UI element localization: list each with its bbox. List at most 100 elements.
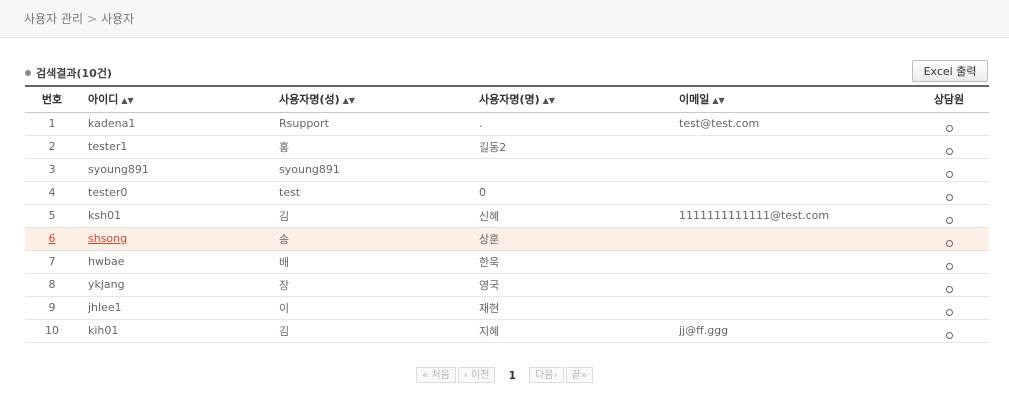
column-header-email[interactable]: 이메일 ▲▼ (679, 85, 899, 113)
cell-lastname: 홍 (279, 135, 479, 159)
cell-firstname: . (479, 112, 679, 136)
sort-icon[interactable]: ▲▼ (343, 96, 355, 105)
excel-export-button[interactable]: Excel 출력 (912, 60, 988, 82)
cell-email (679, 273, 899, 297)
cell-email (679, 158, 899, 182)
breadcrumb-parent[interactable]: 사용자 관리 (24, 12, 83, 26)
column-header-firstname[interactable]: 사용자명(명) ▲▼ (479, 85, 679, 113)
cell-no: 7 (25, 250, 79, 274)
sort-icon[interactable]: ▲▼ (712, 96, 724, 105)
counselor-circle-icon: O (945, 308, 953, 316)
cell-firstname: 길동2 (479, 135, 679, 159)
cell-firstname: 신혜 (479, 204, 679, 228)
cell-counselor: O (899, 319, 989, 343)
cell-email (679, 135, 899, 159)
cell-lastname: 배 (279, 250, 479, 274)
counselor-circle-icon: O (945, 170, 953, 178)
table-row[interactable]: 6shsong송상훈 O (25, 227, 989, 251)
counselor-circle-icon: O (945, 124, 953, 132)
cell-lastname: 이 (279, 296, 479, 320)
cell-counselor: O (899, 112, 989, 136)
cell-counselor: O (899, 135, 989, 159)
table-row[interactable]: 4tester0test0 O (25, 181, 989, 205)
cell-lastname: syoung891 (279, 158, 479, 182)
breadcrumb-separator: > (87, 12, 98, 26)
table-body: 1kadena1Rsupport.test@test.comO2tester1홍… (25, 112, 989, 343)
table-row[interactable]: 9jhlee1이재현 O (25, 296, 989, 320)
counselor-circle-icon: O (945, 193, 953, 201)
counselor-circle-icon: O (945, 216, 953, 224)
table-row[interactable]: 8ykjang장영국 O (25, 273, 989, 297)
column-header-lastname[interactable]: 사용자명(성) ▲▼ (279, 85, 479, 113)
cell-id[interactable]: syoung891 (79, 158, 279, 182)
counselor-circle-icon: O (945, 285, 953, 293)
cell-firstname: 영국 (479, 273, 679, 297)
cell-firstname: 지혜 (479, 319, 679, 343)
cell-no: 5 (25, 204, 79, 228)
counselor-circle-icon: O (945, 331, 953, 339)
counselor-circle-icon: O (945, 239, 953, 247)
cell-id[interactable]: shsong (79, 227, 279, 251)
cell-email (679, 181, 899, 205)
cell-lastname: 김 (279, 204, 479, 228)
cell-no: 9 (25, 296, 79, 320)
cell-id[interactable]: jhlee1 (79, 296, 279, 320)
cell-lastname: Rsupport (279, 112, 479, 136)
cell-counselor: O (899, 181, 989, 205)
cell-counselor: O (899, 158, 989, 182)
cell-id[interactable]: ksh01 (79, 204, 279, 228)
table-row[interactable]: 1kadena1Rsupport.test@test.com O (25, 112, 989, 136)
cell-lastname: 송 (279, 227, 479, 251)
cell-counselor: O (899, 204, 989, 228)
last-page-button[interactable]: 끝» (565, 367, 593, 383)
table-row[interactable]: 5ksh01김신혜1111111111111@test.com O (25, 204, 989, 228)
cell-no: 4 (25, 181, 79, 205)
cell-firstname: 재현 (479, 296, 679, 320)
cell-counselor: O (899, 250, 989, 274)
cell-firstname (479, 158, 679, 182)
first-page-button[interactable]: « 처음 (416, 367, 456, 383)
cell-firstname: 0 (479, 181, 679, 205)
cell-email: jj@ff.ggg (679, 319, 899, 343)
table-row[interactable]: 7hwbae배한욱 O (25, 250, 989, 274)
cell-email (679, 296, 899, 320)
cell-id[interactable]: hwbae (79, 250, 279, 274)
table-row[interactable]: 10kih01김지혜jj@ff.ggg O (25, 319, 989, 343)
cell-id[interactable]: tester1 (79, 135, 279, 159)
table-header-row: 번호 아이디 ▲▼ 사용자명(성) ▲▼ 사용자명(명) ▲▼ 이메일 ▲▼ 상담원 (25, 85, 989, 113)
sort-icon[interactable]: ▲▼ (543, 96, 555, 105)
cell-lastname: test (279, 181, 479, 205)
cell-no: 8 (25, 273, 79, 297)
user-table: 번호 아이디 ▲▼ 사용자명(성) ▲▼ 사용자명(명) ▲▼ 이메일 ▲▼ 상담원 1… (25, 85, 989, 343)
current-page[interactable]: 1 (508, 369, 516, 382)
cell-firstname: 상훈 (479, 227, 679, 251)
cell-id[interactable]: kih01 (79, 319, 279, 343)
cell-email (679, 227, 899, 251)
cell-no: 6 (25, 227, 79, 251)
cell-no: 3 (25, 158, 79, 182)
cell-email: test@test.com (679, 112, 899, 136)
cell-lastname: 장 (279, 273, 479, 297)
cell-lastname: 김 (279, 319, 479, 343)
result-title: 검색결과(10건) (25, 65, 112, 81)
sort-icon[interactable]: ▲▼ (121, 96, 133, 105)
cell-counselor: O (899, 227, 989, 251)
cell-firstname: 한욱 (479, 250, 679, 274)
next-page-button[interactable]: 다음› (529, 367, 564, 383)
prev-page-button[interactable]: ‹ 이전 (457, 367, 496, 383)
cell-counselor: O (899, 296, 989, 320)
bullet-icon (25, 70, 31, 76)
cell-email: 1111111111111@test.com (679, 204, 899, 228)
cell-no: 2 (25, 135, 79, 159)
table-row[interactable]: 2tester1홍길동2 O (25, 135, 989, 159)
table-row[interactable]: 3syoung891syoung891O (25, 158, 989, 182)
cell-email (679, 250, 899, 274)
cell-id[interactable]: kadena1 (79, 112, 279, 136)
breadcrumb: 사용자 관리 > 사용자 (24, 10, 134, 27)
cell-id[interactable]: tester0 (79, 181, 279, 205)
cell-counselor: O (899, 273, 989, 297)
cell-id[interactable]: ykjang (79, 273, 279, 297)
counselor-circle-icon: O (945, 262, 953, 270)
column-header-id[interactable]: 아이디 ▲▼ (79, 85, 279, 113)
pagination: « 처음 ‹ 이전 1 다음› 끝» (0, 367, 1009, 385)
